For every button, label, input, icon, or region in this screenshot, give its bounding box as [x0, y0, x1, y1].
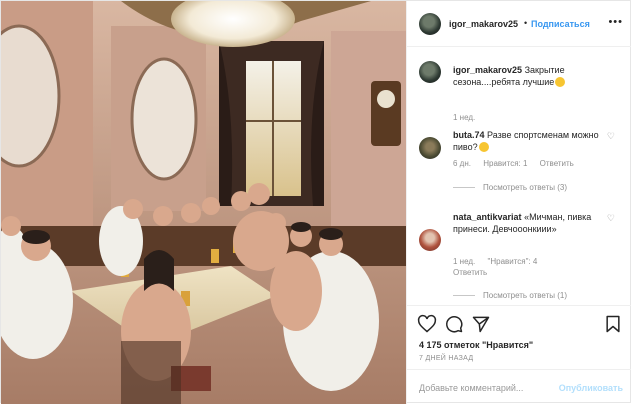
author-avatar[interactable] [419, 13, 441, 35]
comment-meta: 1 нед. "Нравится": 4 [453, 257, 547, 266]
comment-text-block: buta.74 Разве спортсменам можно пиво? [453, 129, 603, 153]
clapping-hands-emoji-icon [555, 77, 566, 87]
bookmark-icon[interactable] [603, 314, 623, 334]
comment-reply-button[interactable]: Ответить [453, 268, 487, 277]
commenter-avatar[interactable] [419, 137, 441, 159]
comment-meta-reply: Ответить [453, 268, 497, 277]
comment-likes-count[interactable]: Нравится: 1 [483, 159, 527, 168]
comment-reply-button[interactable]: Ответить [540, 159, 574, 168]
header-separator: • [524, 18, 528, 28]
comment-like-heart-icon[interactable]: ♡ [607, 213, 615, 224]
caption-meta: 1 нед. [453, 113, 485, 122]
share-icon[interactable] [471, 314, 491, 334]
post-photo[interactable] [1, 1, 406, 404]
view-replies-button[interactable]: Посмотреть ответы (3) [453, 183, 567, 192]
view-replies-label: Посмотреть ответы (1) [483, 291, 568, 300]
more-options-icon[interactable]: ••• [608, 16, 623, 28]
comment-text-block: nata_antikvariat «Мичман, пивка принеси.… [453, 211, 603, 235]
add-comment-bar: Опубликовать [407, 369, 631, 404]
comment-time: 1 нед. [453, 257, 476, 266]
heart-icon[interactable] [417, 314, 437, 334]
post-photo-illustration [1, 1, 406, 404]
comment-likes-count[interactable]: "Нравится": 4 [488, 257, 538, 266]
commenter-username[interactable]: nata_antikvariat [453, 212, 522, 222]
caption-text-block: igor_makarov25 Закрытие сезона....ребята… [453, 64, 603, 88]
replies-divider [453, 295, 475, 297]
post-side-panel: igor_makarov25 • Подписаться ••• igor_ma… [406, 1, 631, 404]
comments-list: igor_makarov25 Закрытие сезона....ребята… [407, 47, 631, 305]
post-header: igor_makarov25 • Подписаться ••• [407, 1, 631, 47]
replies-divider [453, 187, 475, 189]
comment-icon[interactable] [444, 314, 464, 334]
likes-count[interactable]: 4 175 отметок "Нравится" [419, 340, 533, 350]
author-username[interactable]: igor_makarov25 [449, 19, 518, 29]
caption-username[interactable]: igor_makarov25 [453, 65, 522, 75]
view-replies-label: Посмотреть ответы (3) [483, 183, 568, 192]
comment-time: 6 дн. [453, 159, 471, 168]
thinking-face-emoji-icon [478, 142, 489, 152]
comment-input[interactable] [419, 380, 569, 396]
post-actions: 4 175 отметок "Нравится" 7 дней назад [407, 305, 631, 369]
caption-time: 1 нед. [453, 113, 476, 122]
commenter-avatar[interactable] [419, 229, 441, 251]
follow-button[interactable]: Подписаться [531, 19, 590, 29]
comment-like-heart-icon[interactable]: ♡ [607, 131, 615, 142]
publish-button[interactable]: Опубликовать [559, 383, 623, 393]
comment-meta: 6 дн. Нравится: 1 Ответить [453, 159, 584, 168]
caption-avatar[interactable] [419, 61, 441, 83]
view-replies-button[interactable]: Посмотреть ответы (1) [453, 291, 567, 300]
post-timestamp: 7 дней назад [419, 355, 474, 362]
commenter-username[interactable]: buta.74 [453, 130, 485, 140]
instagram-post: igor_makarov25 • Подписаться ••• igor_ma… [0, 0, 631, 404]
